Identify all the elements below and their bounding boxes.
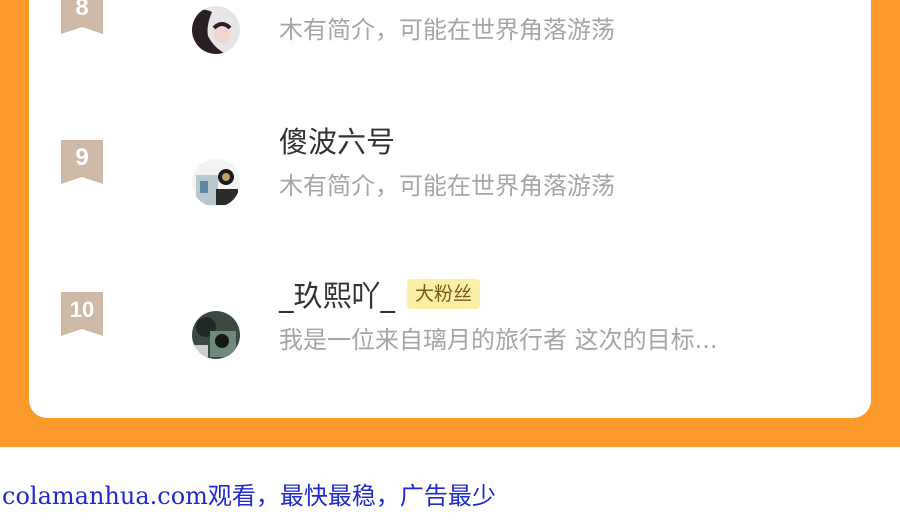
fan-level-badge: 大粉丝 [407, 279, 481, 309]
user-bio: 木有简介，可能在世界角落游荡 [279, 172, 615, 200]
user-bio: 木有简介，可能在世界角落游荡 [279, 16, 615, 44]
list-item[interactable]: 8 木有简介，可能在世界角落游荡 [29, 0, 871, 54]
avatar[interactable] [192, 311, 240, 359]
rank-badge: 10 [61, 292, 103, 336]
list-item[interactable]: 9 傻波六号 木有简介，可能在世界角落游荡 [29, 118, 871, 238]
user-name[interactable]: 傻波六号 [279, 119, 395, 161]
screen: 8 木有简介，可能在世界角落游荡 9 傻波六号 木有简介，可能在世界角落游荡 1… [0, 0, 900, 520]
fan-ranking-card: 8 木有简介，可能在世界角落游荡 9 傻波六号 木有简介，可能在世界角落游荡 1… [29, 0, 871, 418]
avatar[interactable] [192, 6, 240, 54]
name-line: 傻波六号 [279, 120, 395, 160]
name-line: _玖熙吖_ 大粉丝 [279, 273, 481, 315]
user-bio: 我是一位来自璃月的旅行者 这次的目标... [279, 326, 718, 354]
user-name[interactable]: _玖熙吖_ [279, 273, 395, 315]
site-watermark: colamanhua.com观看，最快最稳，广告最少 [2, 482, 496, 510]
rank-badge: 8 [61, 0, 103, 34]
avatar[interactable] [192, 159, 240, 207]
list-item[interactable]: 10 _玖熙吖_ 大粉丝 我是一位来自璃月的旅行者 这次的目标... [29, 268, 871, 388]
rank-badge: 9 [61, 140, 103, 184]
